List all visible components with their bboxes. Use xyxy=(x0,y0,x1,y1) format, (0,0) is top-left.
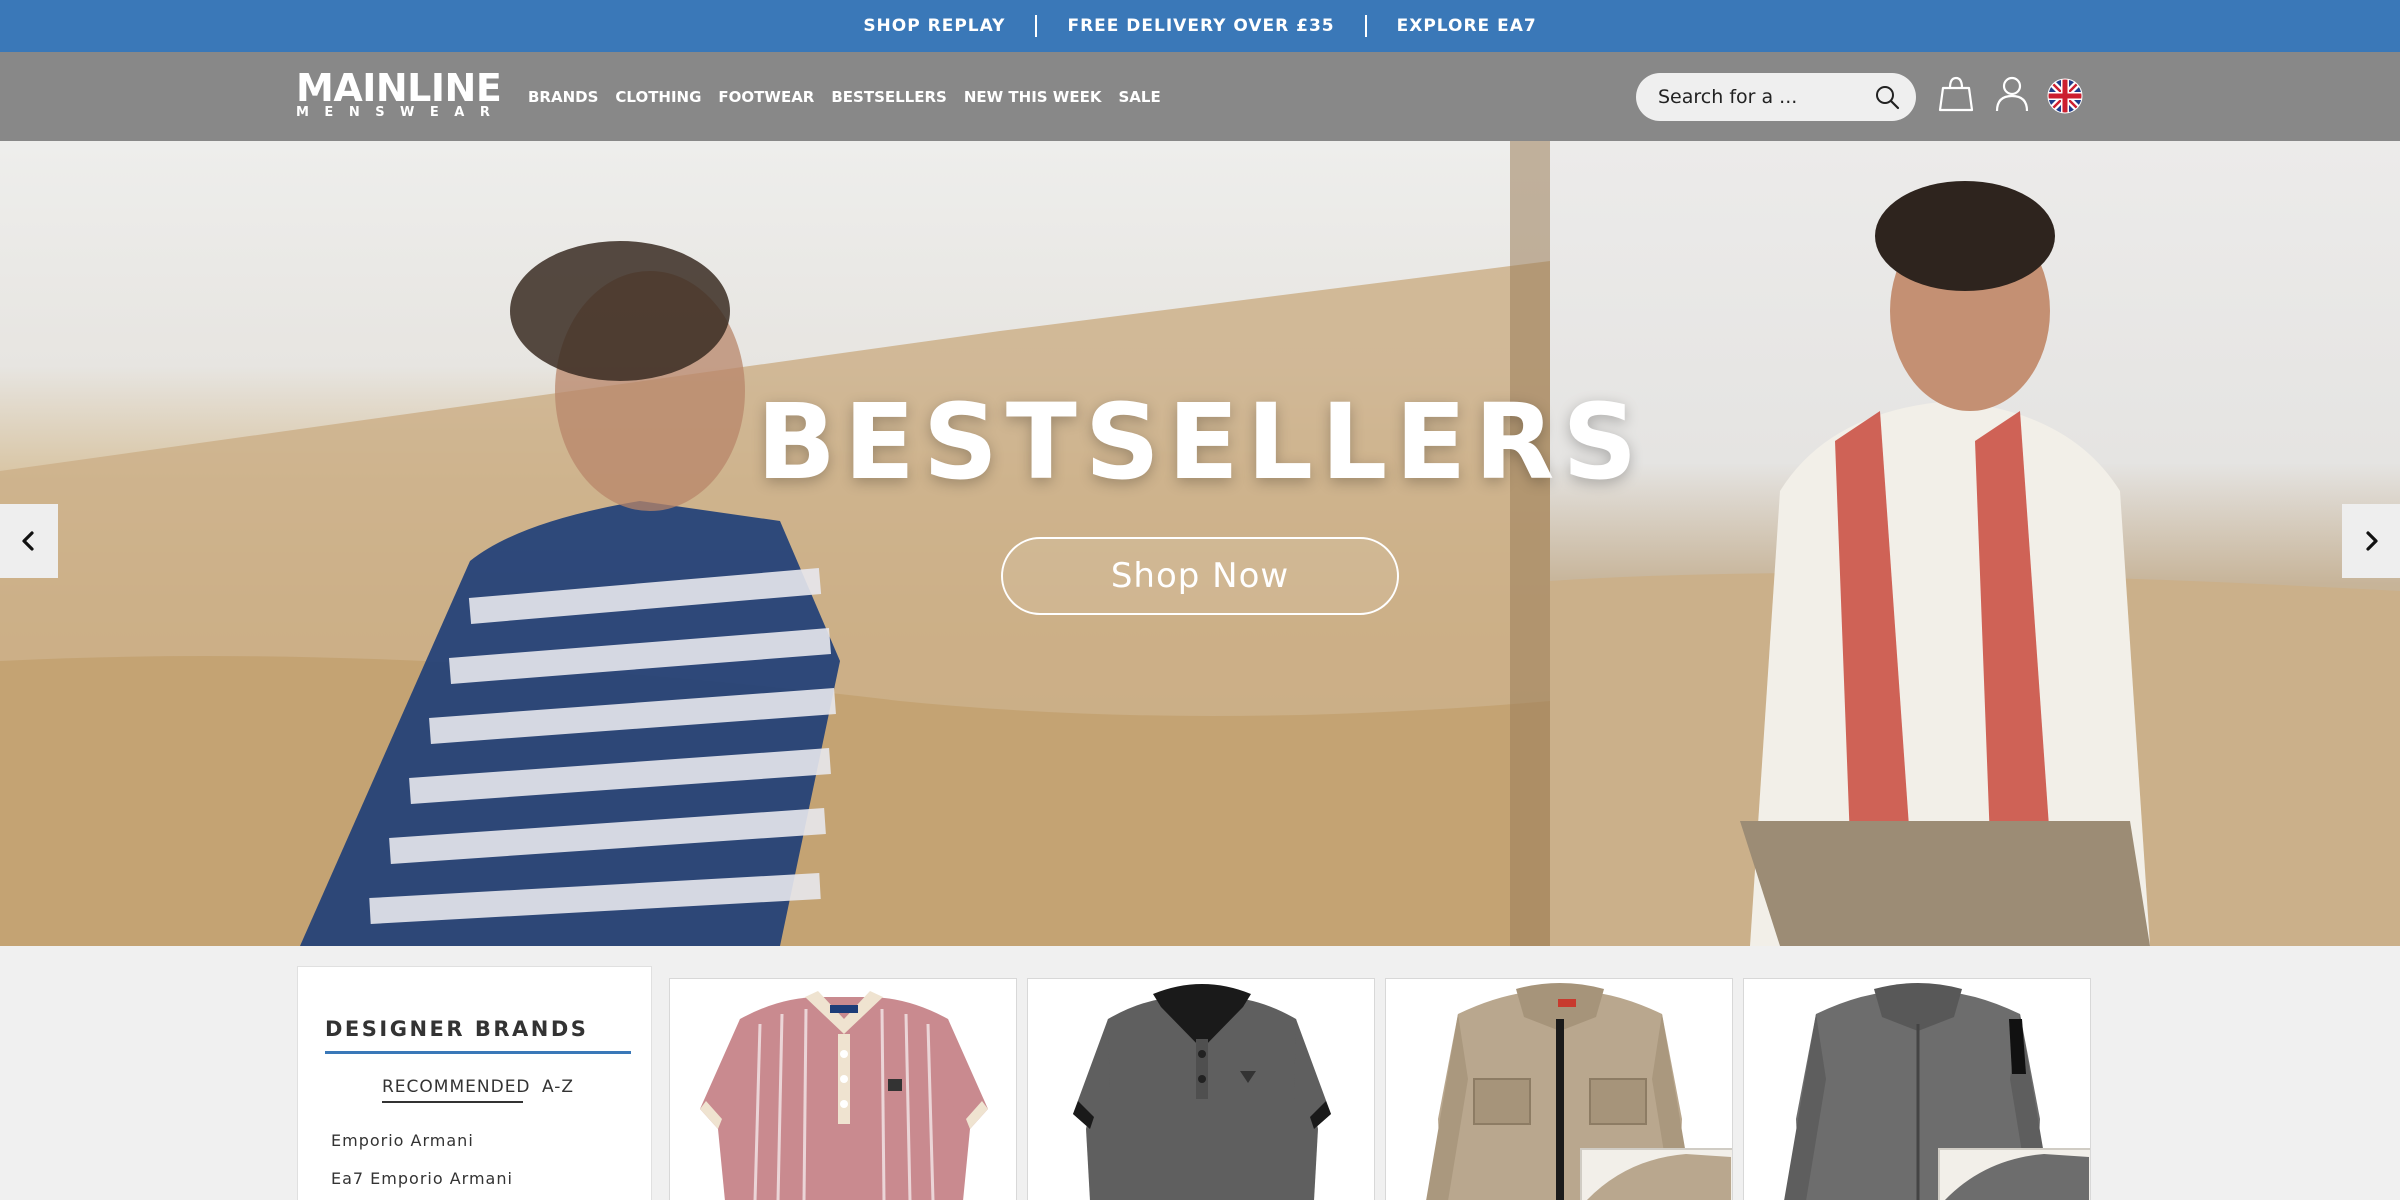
promo-explore-ea7[interactable]: EXPLORE EA7 xyxy=(1367,16,1567,36)
nav-new-this-week[interactable]: NEW THIS WEEK xyxy=(964,88,1102,106)
logo-main-text: MAINLINE xyxy=(296,66,502,110)
hero-banner: BESTSELLERS Shop Now xyxy=(0,141,2400,946)
product-image-grey-overshirt xyxy=(1784,983,2090,1200)
tab-recommended[interactable]: RECOMMENDED xyxy=(382,1077,531,1097)
shop-now-button[interactable]: Shop Now xyxy=(1001,537,1399,615)
site-logo[interactable]: MAINLINE MENSWEAR xyxy=(296,66,506,120)
chevron-left-icon xyxy=(22,531,34,551)
designer-brands-panel: DESIGNER BRANDS RECOMMENDED A-Z Emporio … xyxy=(297,966,652,1200)
search-icon[interactable] xyxy=(1874,84,1900,110)
hero-model-illustration xyxy=(1550,181,2400,946)
nav-footwear[interactable]: FOOTWEAR xyxy=(718,88,814,106)
uk-flag-icon[interactable] xyxy=(2047,78,2083,114)
product-card[interactable] xyxy=(1385,978,1733,1200)
account-icon[interactable] xyxy=(1993,74,2031,114)
brand-link[interactable]: Ea7 Emporio Armani xyxy=(331,1169,513,1188)
bag-icon[interactable] xyxy=(1937,74,1975,114)
hero-next-button[interactable] xyxy=(2342,504,2400,578)
main-nav: BRANDS CLOTHING FOOTWEAR BESTSELLERS NEW… xyxy=(528,52,1178,141)
chevron-right-icon xyxy=(2366,531,2378,551)
designer-brands-title: DESIGNER BRANDS xyxy=(325,1017,589,1041)
promo-free-delivery[interactable]: FREE DELIVERY OVER £35 xyxy=(1037,16,1364,36)
hero-image-right xyxy=(1550,141,2400,946)
nav-clothing[interactable]: CLOTHING xyxy=(615,88,701,106)
nav-brands[interactable]: BRANDS xyxy=(528,88,598,106)
product-card[interactable] xyxy=(669,978,1017,1200)
tab-a-z[interactable]: A-Z xyxy=(542,1077,574,1097)
product-card[interactable] xyxy=(1027,978,1375,1200)
promo-bar: SHOP REPLAY FREE DELIVERY OVER £35 EXPLO… xyxy=(0,0,2400,52)
product-card[interactable] xyxy=(1743,978,2091,1200)
promo-shop-replay[interactable]: SHOP REPLAY xyxy=(833,16,1035,36)
title-underline xyxy=(325,1051,631,1054)
active-tab-indicator xyxy=(382,1101,523,1103)
product-image-beige-overshirt xyxy=(1426,983,1732,1200)
hero-title: BESTSELLERS xyxy=(756,381,1646,503)
logo-sub-text: MENSWEAR xyxy=(296,105,506,120)
search-input[interactable] xyxy=(1658,73,1858,121)
site-header: MAINLINE MENSWEAR BRANDS CLOTHING FOOTWE… xyxy=(0,52,2400,141)
nav-bestsellers[interactable]: BESTSELLERS xyxy=(831,88,946,106)
product-image-grey-polo xyxy=(1073,984,1331,1200)
product-image-pink-polo xyxy=(700,991,988,1200)
search-box xyxy=(1636,73,1916,121)
brand-link[interactable]: Emporio Armani xyxy=(331,1131,474,1150)
nav-sale[interactable]: SALE xyxy=(1118,88,1160,106)
hero-prev-button[interactable] xyxy=(0,504,58,578)
